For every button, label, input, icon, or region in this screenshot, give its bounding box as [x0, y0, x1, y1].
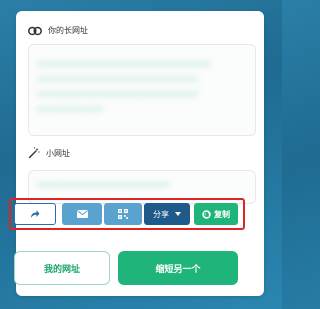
my-urls-label: 我的网址: [43, 264, 80, 275]
email-button[interactable]: [62, 203, 102, 225]
copy-label: 复制: [214, 209, 230, 219]
long-url-value: xxxxxxxxxxxxxxxxxxxxxxxxxxxxxxxxxxxxxxxx…: [37, 60, 211, 113]
caret-down-icon: [175, 212, 181, 216]
envelope-icon: [76, 210, 88, 218]
qr-code-icon: [118, 209, 128, 219]
shorten-another-button[interactable]: 缩短另一个: [118, 251, 238, 285]
share-dropdown-button[interactable]: 分享: [144, 203, 190, 225]
share-label: 分享: [153, 209, 169, 219]
magic-wand-icon: [28, 147, 40, 159]
share-arrow-icon: [31, 210, 40, 218]
copy-icon: [202, 209, 211, 219]
long-url-field[interactable]: xxxxxxxxxxxxxxxxxxxxxxxxxxxxxxxxxxxxxxxx…: [28, 44, 256, 136]
link-icon: [28, 26, 42, 35]
long-url-header: 你的长网址: [28, 25, 88, 36]
short-url-value: xxxxxxxxxxxxxxxxxxxxxxxxxxxx: [37, 180, 170, 189]
short-url-header: 小网址: [28, 147, 70, 159]
short-url-label: 小网址: [46, 148, 70, 158]
qr-code-button[interactable]: [104, 203, 142, 225]
long-url-label: 你的长网址: [48, 26, 88, 35]
forward-button[interactable]: [14, 203, 56, 225]
copy-button[interactable]: 复制: [194, 203, 238, 225]
shorten-another-label: 缩短另一个: [155, 264, 201, 275]
my-urls-button[interactable]: 我的网址: [14, 251, 110, 285]
